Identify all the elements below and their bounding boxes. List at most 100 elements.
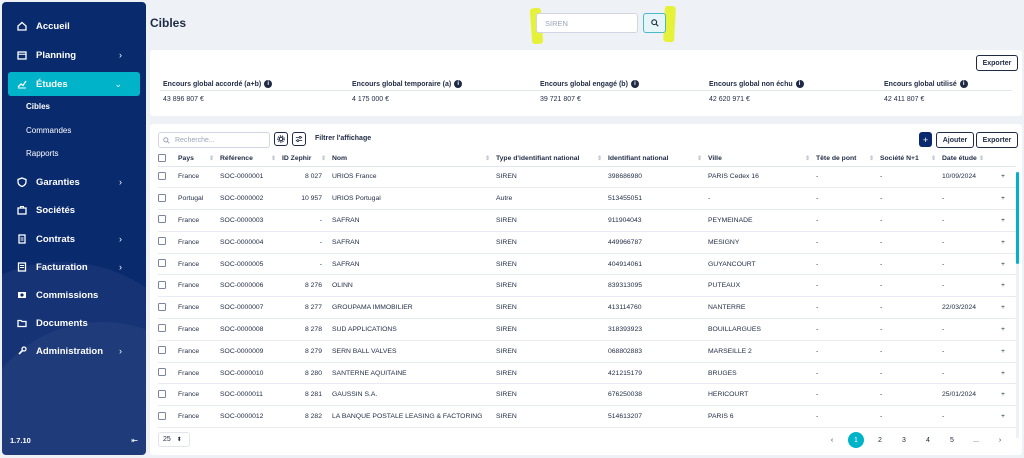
- sidebar-item-administration[interactable]: Administration ›: [8, 339, 140, 363]
- sidebar-item-contrats[interactable]: Contrats ›: [8, 227, 140, 251]
- table-row[interactable]: France SOC-0000011 8 281 GAUSSIN S.A. SIREN 6…: [158, 383, 1016, 407]
- sort-icon[interactable]: ⇕: [271, 155, 276, 162]
- table-search-input[interactable]: Recherche...: [158, 132, 270, 148]
- sidebar-subitem-rapports[interactable]: Rapports: [26, 149, 58, 158]
- page-link[interactable]: 1: [848, 432, 864, 448]
- sort-icon[interactable]: ⇕: [321, 155, 326, 162]
- sort-icon[interactable]: ⇕: [931, 155, 936, 162]
- filter-display-link[interactable]: Filtrer l'affichage: [315, 135, 371, 142]
- row-checkbox[interactable]: [158, 302, 166, 311]
- column-header[interactable]: ID Zephir ⇕: [282, 152, 332, 167]
- sidebar-item-etudes[interactable]: Études ⌄: [8, 72, 140, 96]
- row-checkbox[interactable]: [158, 193, 166, 202]
- table-row[interactable]: France SOC-0000009 8 279 SERN BALL VALVES SI…: [158, 340, 1016, 363]
- row-checkbox[interactable]: [158, 346, 166, 355]
- add-icon-button[interactable]: +: [919, 132, 932, 147]
- sidebar-item-facturation[interactable]: Facturation ›: [8, 255, 140, 279]
- table-cell: -: [282, 209, 332, 232]
- table-row[interactable]: France SOC-0000001 8 027 URIOS France SIREN 3…: [158, 166, 1016, 189]
- sidebar-item-planning[interactable]: Planning ›: [8, 43, 140, 67]
- table-row[interactable]: France SOC-0000005- SAFRAN SIREN 404914061 GU…: [158, 253, 1016, 276]
- expand-row-icon[interactable]: +: [990, 274, 1016, 298]
- info-icon[interactable]: i: [454, 80, 463, 88]
- pagination-prev-icon[interactable]: ‹: [820, 437, 844, 444]
- table-row[interactable]: France SOC-0000008 8 278 SUD APPLICATIONS SI…: [158, 318, 1016, 341]
- table-row[interactable]: France SOC-0000003- SAFRAN SIREN 911904043 PE…: [158, 209, 1016, 232]
- expand-row-icon[interactable]: +: [990, 296, 1016, 320]
- table-row[interactable]: France SOC-0000012 8 282 LA BANQUE POSTALE …: [158, 405, 1016, 429]
- sidebar-item-documents[interactable]: Documents: [8, 311, 140, 335]
- table-export-button[interactable]: Exporter: [976, 132, 1018, 148]
- column-header[interactable]: Société N+1 ⇕: [880, 152, 942, 167]
- sort-icon[interactable]: ⇕: [597, 155, 602, 162]
- expand-row-icon[interactable]: +: [990, 187, 1016, 211]
- expand-row-icon[interactable]: +: [990, 383, 1016, 407]
- column-header[interactable]: Pays ⇕: [178, 152, 220, 167]
- row-select-cell: [158, 340, 178, 363]
- sort-icon[interactable]: ⇕: [697, 155, 702, 162]
- column-header[interactable]: Nom ⇕: [332, 152, 496, 167]
- expand-row-icon[interactable]: +: [990, 405, 1016, 429]
- page-link[interactable]: 2: [868, 437, 892, 444]
- siren-search-button[interactable]: [643, 13, 666, 33]
- column-header[interactable]: Tête de pont ⇕: [816, 152, 880, 167]
- sort-icon[interactable]: ⇕: [869, 155, 874, 162]
- sort-icon[interactable]: ⇕: [979, 155, 984, 162]
- info-icon[interactable]: i: [795, 80, 804, 88]
- sidebar-item-societes[interactable]: Sociétés: [8, 198, 140, 222]
- row-checkbox[interactable]: [158, 215, 166, 224]
- columns-filter-button[interactable]: [292, 132, 306, 146]
- add-button[interactable]: Ajouter: [936, 132, 974, 148]
- column-header[interactable]: Ville ⇕: [708, 152, 816, 167]
- select-all-checkbox[interactable]: [158, 153, 166, 162]
- sidebar-item-accueil[interactable]: Accueil: [8, 14, 140, 38]
- expand-row-icon[interactable]: +: [990, 231, 1016, 254]
- settings-button[interactable]: [274, 132, 288, 146]
- summary-export-button[interactable]: Exporter: [976, 55, 1018, 71]
- row-checkbox[interactable]: [158, 237, 166, 246]
- info-icon[interactable]: i: [959, 80, 968, 88]
- row-select-cell: [158, 296, 178, 320]
- row-checkbox[interactable]: [158, 411, 166, 420]
- column-header[interactable]: Référence ⇕: [220, 152, 282, 167]
- page-link[interactable]: 5: [940, 437, 964, 444]
- row-checkbox[interactable]: [158, 368, 166, 377]
- table-row[interactable]: France SOC-0000006 8 276 OLINN SIREN 83931309…: [158, 274, 1016, 298]
- expand-row-icon[interactable]: +: [990, 166, 1016, 189]
- table-row[interactable]: France SOC-0000007 8 277 GROUPAMA IMMOBILIE…: [158, 296, 1016, 320]
- expand-row-icon[interactable]: +: [990, 362, 1016, 385]
- sidebar-subitem-commandes[interactable]: Commandes: [26, 126, 71, 135]
- table-cell: -: [816, 296, 880, 320]
- info-icon[interactable]: i: [630, 80, 639, 88]
- table-row[interactable]: France SOC-0000004- SAFRAN SIREN 449966787 ME…: [158, 231, 1016, 254]
- expand-row-icon[interactable]: +: [990, 209, 1016, 232]
- sidebar-subitem-cibles[interactable]: Cibles: [26, 102, 50, 111]
- sidebar-item-commissions[interactable]: Commissions: [8, 283, 140, 307]
- table-cell: SIREN: [496, 405, 608, 429]
- sort-icon[interactable]: ⇕: [485, 155, 490, 162]
- sidebar-item-garanties[interactable]: Garanties ›: [8, 170, 140, 194]
- siren-search-input[interactable]: SIREN: [536, 13, 638, 33]
- pagination-next-icon[interactable]: ›: [988, 437, 1012, 444]
- row-checkbox[interactable]: [158, 171, 166, 180]
- scrollbar-thumb[interactable]: [1016, 172, 1019, 264]
- page-link[interactable]: 4: [916, 437, 940, 444]
- collapse-sidebar-icon[interactable]: ⇤: [131, 436, 138, 445]
- row-checkbox[interactable]: [158, 324, 166, 333]
- page-size-select[interactable]: 25 ⬍: [158, 432, 190, 447]
- column-header[interactable]: Type d'identifiant national ⇕: [496, 152, 608, 167]
- page-link[interactable]: 3: [892, 437, 916, 444]
- row-checkbox[interactable]: [158, 259, 166, 268]
- expand-row-icon[interactable]: +: [990, 253, 1016, 276]
- expand-row-icon[interactable]: +: [990, 318, 1016, 341]
- expand-row-icon[interactable]: +: [990, 340, 1016, 363]
- sort-icon[interactable]: ⇕: [209, 155, 214, 162]
- sort-icon[interactable]: ⇕: [805, 155, 810, 162]
- column-header[interactable]: Identifiant national ⇕: [608, 152, 708, 167]
- row-checkbox[interactable]: [158, 389, 166, 398]
- table-row[interactable]: Portugal SOC-0000002 10 957 URIOS Portugal A…: [158, 187, 1016, 211]
- info-icon[interactable]: i: [264, 80, 273, 88]
- row-checkbox[interactable]: [158, 280, 166, 289]
- table-row[interactable]: France SOC-0000010 8 280 SANTERNE AQUITAINE…: [158, 362, 1016, 385]
- column-header[interactable]: Date étude ⇕: [942, 152, 990, 167]
